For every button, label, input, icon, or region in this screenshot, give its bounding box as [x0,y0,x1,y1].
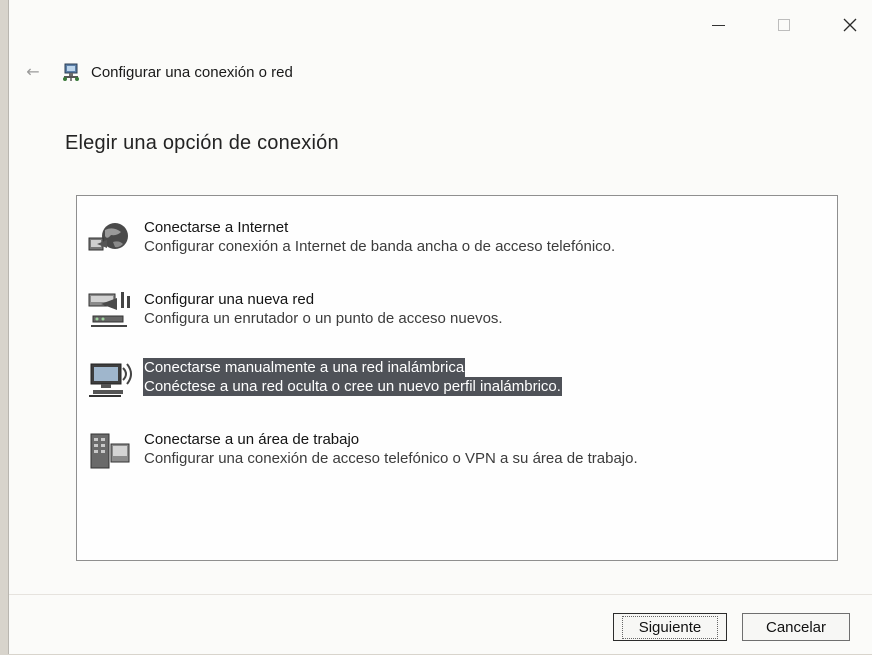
option-title: Conectarse manualmente a una red inalámb… [143,358,466,377]
wizard-title: Configurar una conexión o red [91,64,293,81]
nav-row: ← Configurar una conexión o red [9,58,872,88]
option-manual-wireless[interactable]: Conectarse manualmente a una red inalámb… [87,356,827,406]
cancel-button-label: Cancelar [765,618,827,636]
option-description: Configurar una conexión de acceso telefó… [144,450,638,467]
next-button[interactable]: Siguiente [613,613,727,641]
back-arrow-icon: ← [26,62,40,81]
maximize-button[interactable] [761,6,807,44]
option-new-network[interactable]: Configurar una nueva red Configura un en… [87,288,827,338]
option-description: Configura un enrutador o un punto de acc… [144,310,503,327]
cancel-button[interactable]: Cancelar [742,613,850,641]
option-connect-internet[interactable]: Conectarse a Internet Configurar conexió… [87,216,827,266]
option-text: Conectarse manualmente a una red inalámb… [143,358,562,396]
workplace-icon [90,433,130,469]
option-workplace[interactable]: Conectarse a un área de trabajo Configur… [87,428,827,478]
minimize-button[interactable] [695,6,741,44]
close-button[interactable] [827,6,872,44]
option-description: Configurar conexión a Internet de banda … [144,238,616,255]
maximize-icon [778,19,790,31]
option-title: Conectarse a Internet [144,219,289,236]
option-title: Configurar una nueva red [144,291,315,308]
back-button[interactable]: ← [23,61,43,83]
option-title: Conectarse a un área de trabajo [144,431,360,448]
network-wizard-icon [63,63,79,81]
close-icon [843,18,857,32]
option-text: Conectarse a un área de trabajo Configur… [143,430,639,468]
wizard-window: ← Configurar una conexión o red Elegir u… [8,0,872,654]
connection-options-list[interactable]: Conectarse a Internet Configurar conexió… [76,195,838,561]
option-description: Conéctese a una red oculta o cree un nue… [143,377,562,396]
option-text: Conectarse a Internet Configurar conexió… [143,218,616,256]
router-icon [88,292,130,327]
globe-network-icon [88,223,128,251]
page-heading: Elegir una opción de conexión [65,132,339,154]
option-text: Configurar una nueva red Configura un en… [143,290,504,328]
minimize-icon [711,24,725,26]
next-button-label: Siguiente [621,615,719,639]
title-bar [9,0,872,50]
wizard-footer: Siguiente Cancelar [9,594,872,655]
wireless-computer-icon [89,363,132,397]
